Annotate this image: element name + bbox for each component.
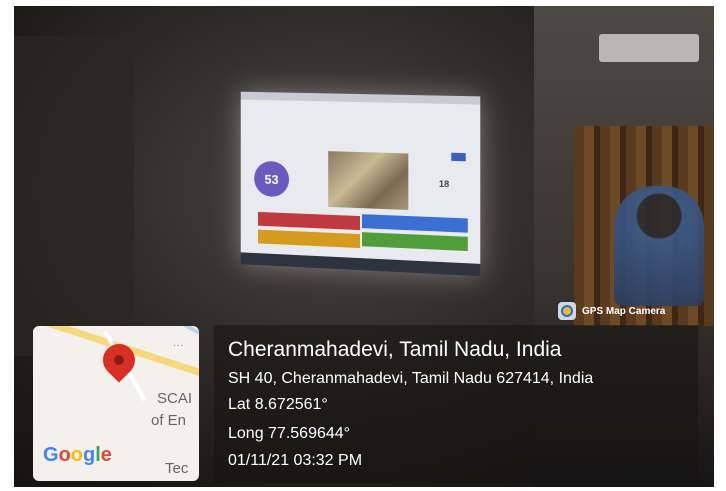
projected-slide: 53 18 [240,91,481,277]
timer-badge: 53 [254,160,290,198]
map-label: Tec [165,460,189,477]
longitude: Long 77.569644° [228,425,351,442]
answer-option-green [361,232,468,252]
latitude: Lat 8.672561° [228,396,328,413]
map-more-icon: ... [173,338,185,349]
next-button [451,152,466,162]
answer-option-blue [361,214,468,233]
door [14,36,134,356]
location-title: Cheranmahadevi, Tamil Nadu, India [228,338,562,361]
map-thumbnail: ... SCAI of En Tec Google [33,326,199,481]
timestamp: 01/11/21 03:32 PM [228,452,363,469]
photo: 53 18 GPS Map Camera ... SCAI of En Tec … [0,0,726,491]
gps-camera-label: GPS Map Camera [558,299,665,323]
answer-option-yellow [258,229,360,249]
slide-image [328,151,409,210]
location-pin-dot [114,355,124,365]
browser-bar [240,91,481,105]
answer-option-red [258,211,360,231]
taskbar [240,252,481,277]
gps-map-camera-icon [558,302,576,320]
air-conditioner [599,34,699,62]
gps-camera-text: GPS Map Camera [582,305,666,317]
map-river [146,326,199,335]
map-label: SCAI [157,390,193,407]
map-label: of En [151,412,187,429]
answers-count: 18 [438,178,450,190]
slide-question [241,121,481,127]
person [614,186,704,306]
location-address: SH 40, Cheranmahadevi, Tamil Nadu 627414… [228,370,594,387]
google-logo: Google [43,444,112,466]
